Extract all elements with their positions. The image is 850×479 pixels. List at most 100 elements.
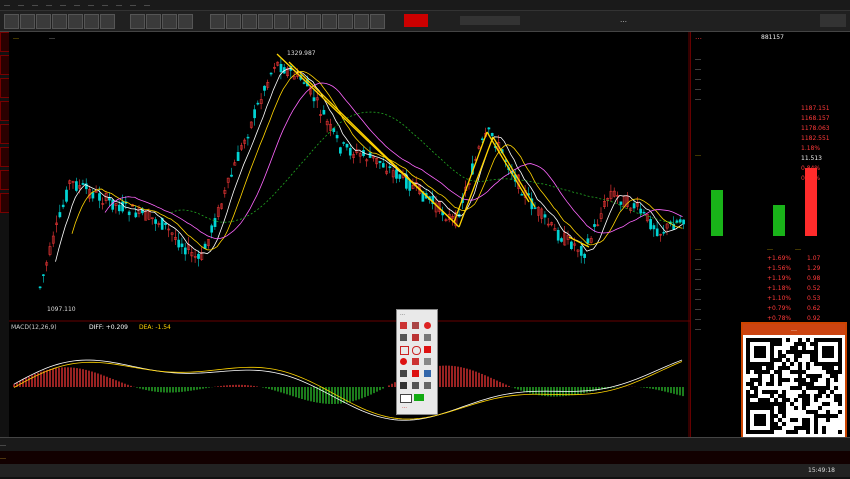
menu-item[interactable]: … xyxy=(0,0,14,10)
candle-body xyxy=(312,97,316,102)
marker-icon[interactable] xyxy=(424,334,431,341)
qr-module xyxy=(778,406,782,410)
quote-value: 1168.157 xyxy=(801,115,830,122)
menu-item[interactable]: … xyxy=(126,0,140,10)
candle-body xyxy=(177,239,181,248)
sector-row[interactable]: … +1.56% 1.29 xyxy=(695,264,845,273)
candle-body xyxy=(649,219,652,230)
menu-item[interactable]: … xyxy=(84,0,98,10)
menu-item[interactable]: … xyxy=(56,0,70,10)
rectangle-icon[interactable] xyxy=(400,346,409,355)
qr-module xyxy=(814,386,818,390)
qr-module xyxy=(770,394,774,398)
sector-row[interactable]: … +1.19% 0.98 xyxy=(695,274,845,283)
qr-module xyxy=(786,366,790,370)
filled-ellipse-icon[interactable] xyxy=(400,358,407,365)
filled-rect-icon[interactable] xyxy=(424,346,431,353)
tool-button[interactable] xyxy=(322,14,337,29)
candle-body xyxy=(269,72,273,75)
candle-body xyxy=(75,181,78,191)
tool-button[interactable] xyxy=(68,14,83,29)
qr-module xyxy=(786,358,790,362)
qr-module xyxy=(774,338,778,342)
qr-module xyxy=(778,374,782,378)
qr-module xyxy=(766,366,770,370)
qr-module xyxy=(750,378,754,382)
menu-item[interactable]: … xyxy=(112,0,126,10)
tool-button[interactable] xyxy=(100,14,115,29)
qr-module xyxy=(746,370,750,374)
zoom-icon[interactable] xyxy=(424,370,431,377)
tool-button[interactable] xyxy=(210,14,225,29)
tool-button[interactable] xyxy=(178,14,193,29)
tool-button[interactable] xyxy=(162,14,177,29)
qr-module xyxy=(822,402,826,406)
tool-button[interactable] xyxy=(370,14,385,29)
width-select[interactable] xyxy=(400,394,412,403)
save-icon[interactable] xyxy=(400,370,407,377)
pen-icon[interactable] xyxy=(400,322,407,329)
color-swatch[interactable] xyxy=(414,394,424,401)
tool-button[interactable] xyxy=(354,14,369,29)
tool-button[interactable] xyxy=(290,14,305,29)
qr-module xyxy=(782,366,786,370)
qr-module xyxy=(814,338,818,342)
search-box[interactable] xyxy=(460,16,520,25)
qr-module xyxy=(762,354,766,358)
arrow-icon[interactable] xyxy=(412,334,419,341)
menu-item[interactable]: … xyxy=(28,0,42,10)
tool-button[interactable] xyxy=(36,14,51,29)
tool-button[interactable] xyxy=(242,14,257,29)
qr-module xyxy=(790,346,794,350)
qr-module xyxy=(830,366,834,370)
menu-item[interactable]: … xyxy=(70,0,84,10)
qr-module xyxy=(770,350,774,354)
circle-icon[interactable] xyxy=(424,322,431,329)
tool-button[interactable] xyxy=(274,14,289,29)
tool-button[interactable] xyxy=(338,14,353,29)
kline-chart[interactable]: … … MACD(12,26,9) DIFF: +0.209 DEA: -1.5… xyxy=(9,32,690,437)
qr-module xyxy=(762,346,766,350)
qr-module xyxy=(798,366,802,370)
tool-button[interactable] xyxy=(20,14,35,29)
sector-row[interactable]: … +1.18% 0.52 xyxy=(695,284,845,293)
menu-item[interactable]: … xyxy=(42,0,56,10)
tool-button[interactable] xyxy=(146,14,161,29)
drawing-tools-palette[interactable]: … … xyxy=(396,309,438,415)
qr-module xyxy=(830,350,834,354)
tool-grid[interactable] xyxy=(398,320,436,403)
qr-module xyxy=(798,426,802,430)
candle-body xyxy=(570,241,573,250)
tool-button[interactable] xyxy=(84,14,99,29)
menu-item[interactable]: … xyxy=(140,0,154,10)
sector-row[interactable]: … +0.79% 0.62 xyxy=(695,304,845,313)
menu-item[interactable]: … xyxy=(98,0,112,10)
text-icon[interactable] xyxy=(424,358,431,365)
qr-module xyxy=(810,354,814,358)
qr-module xyxy=(774,422,778,426)
pointer-icon[interactable] xyxy=(412,382,419,389)
tool-button[interactable] xyxy=(4,14,19,29)
line-icon[interactable] xyxy=(400,334,407,341)
tool-button[interactable] xyxy=(130,14,145,29)
qr-module xyxy=(810,378,814,382)
color-icon[interactable] xyxy=(412,370,419,377)
qr-module xyxy=(798,374,802,378)
window-controls[interactable] xyxy=(820,14,846,27)
highlight-icon[interactable] xyxy=(412,358,419,365)
tool-button[interactable] xyxy=(258,14,273,29)
menu-item[interactable]: … xyxy=(14,0,28,10)
ellipse-icon[interactable] xyxy=(412,346,421,355)
candle-body xyxy=(533,207,537,209)
qr-module xyxy=(762,370,766,374)
sector-change: +1.18% xyxy=(767,285,792,292)
tool-button[interactable] xyxy=(52,14,67,29)
sector-row[interactable]: … +1.10% 0.53 xyxy=(695,294,845,303)
qr-module xyxy=(798,382,802,386)
layers-icon[interactable] xyxy=(424,382,431,389)
tool-button[interactable] xyxy=(306,14,321,29)
eraser-icon[interactable] xyxy=(412,322,419,329)
screen-icon[interactable] xyxy=(400,382,407,389)
sector-row[interactable]: … +1.69% 1.07 xyxy=(695,254,845,263)
tool-button[interactable] xyxy=(226,14,241,29)
